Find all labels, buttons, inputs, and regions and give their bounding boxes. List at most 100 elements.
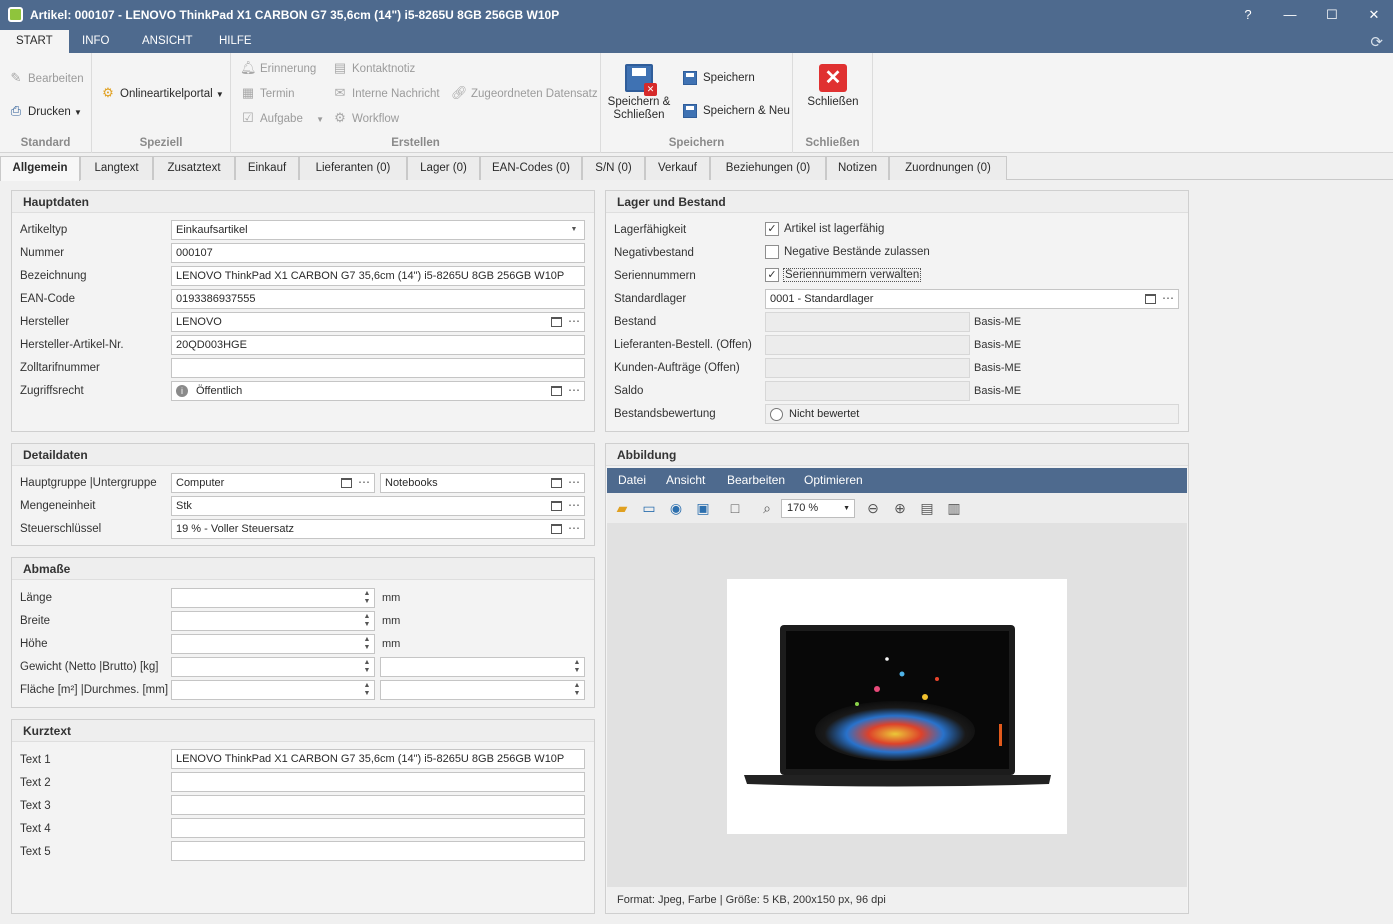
gross-weight-spinner[interactable]: ▲ ▼ <box>380 657 585 677</box>
more-icon[interactable]: ⋯ <box>566 497 582 515</box>
maximize-icon[interactable]: ☐ <box>1322 5 1342 25</box>
tab-beziehungen[interactable]: Beziehungen (0) <box>710 156 826 180</box>
refresh-icon[interactable]: ⟳ <box>1370 33 1383 51</box>
length-spinner[interactable]: ▲ ▼ <box>171 588 375 608</box>
ean-field[interactable]: 0193386937555 <box>171 289 585 309</box>
lookup-icon[interactable] <box>551 501 562 511</box>
spin-arrows-icon[interactable]: ▲ ▼ <box>570 681 584 699</box>
customs-tariff-field[interactable] <box>171 358 585 378</box>
fit-to-window-icon[interactable]: ▤ <box>918 499 936 517</box>
search-icon[interactable]: ⌕ <box>758 499 776 517</box>
more-icon[interactable]: ⋯ <box>566 474 582 492</box>
text-2-field[interactable] <box>171 772 585 792</box>
tab-einkauf[interactable]: Einkauf <box>235 156 299 180</box>
lookup-icon[interactable] <box>551 478 562 488</box>
description-field[interactable]: LENOVO ThinkPad X1 CARBON G7 35,6cm (14"… <box>171 266 585 286</box>
tax-key-field[interactable]: 19 % - Voller Steuersatz ⋯ <box>171 519 585 539</box>
save-close-button[interactable]: Speichern & Schließen <box>607 64 671 122</box>
stock-valuation-field[interactable]: Nicht bewertet <box>765 404 1179 424</box>
task-button[interactable]: ☑ Aufgabe ▼ <box>240 108 324 128</box>
minimize-icon[interactable]: — <box>1280 5 1300 25</box>
more-icon[interactable]: ⋯ <box>566 520 582 538</box>
more-icon[interactable]: ⋯ <box>356 474 372 492</box>
lookup-icon[interactable] <box>551 524 562 534</box>
tab-zuordnungen[interactable]: Zuordnungen (0) <box>889 156 1007 180</box>
text-3-field[interactable] <box>171 795 585 815</box>
number-field[interactable]: 000107 <box>171 243 585 263</box>
text-4-field[interactable] <box>171 818 585 838</box>
text-1-field[interactable]: LENOVO ThinkPad X1 CARBON G7 35,6cm (14"… <box>171 749 585 769</box>
reminder-button[interactable]: 🔔︎ Erinnerung <box>240 58 316 78</box>
tab-sn[interactable]: S/N (0) <box>582 156 645 180</box>
area-spinner[interactable]: ▲ ▼ <box>171 680 375 700</box>
default-warehouse-field[interactable]: 0001 - Standardlager ⋯ <box>765 289 1179 309</box>
actual-size-icon[interactable]: ▥ <box>945 499 963 517</box>
lookup-icon[interactable] <box>341 478 352 488</box>
camera-icon[interactable]: ◉ <box>667 499 685 517</box>
dropdown-arrow-icon[interactable]: ▼ <box>566 221 582 239</box>
spin-arrows-icon[interactable]: ▲ ▼ <box>360 635 374 653</box>
lookup-icon[interactable] <box>1145 294 1156 304</box>
zoom-out-icon[interactable]: ⊖ <box>864 499 882 517</box>
main-group-field[interactable]: Computer ⋯ <box>171 473 375 493</box>
manufacturer-article-no-field[interactable]: 20QD003HGE <box>171 335 585 355</box>
window-icon[interactable]: □ <box>726 499 744 517</box>
width-spinner[interactable]: ▲ ▼ <box>171 611 375 631</box>
edit-button[interactable]: ✎ Bearbeiten <box>8 68 84 88</box>
text-5-field[interactable] <box>171 841 585 861</box>
diameter-spinner[interactable]: ▲ ▼ <box>380 680 585 700</box>
unit-field[interactable]: Stk ⋯ <box>171 496 585 516</box>
serial-numbers-checkbox[interactable]: ✓ <box>765 268 779 282</box>
image-menu-datei[interactable]: Datei <box>618 468 646 493</box>
menu-ansicht[interactable]: ANSICHT <box>126 30 208 53</box>
tab-lager[interactable]: Lager (0) <box>407 156 480 180</box>
lookup-icon[interactable] <box>551 386 562 396</box>
portal-button[interactable]: ⚙ Onlineartikelportal ▼ <box>100 83 224 103</box>
spin-arrows-icon[interactable]: ▲ ▼ <box>570 658 584 676</box>
tab-ean-codes[interactable]: EAN-Codes (0) <box>480 156 582 180</box>
assigned-record-button[interactable]: 🔗︎ Zugeordneten Datensatz <box>451 83 598 103</box>
appointment-button[interactable]: ▦ Termin <box>240 83 295 103</box>
height-spinner[interactable]: ▲ ▼ <box>171 634 375 654</box>
close-window-icon[interactable]: ✕ <box>1364 5 1384 25</box>
help-icon[interactable]: ? <box>1238 5 1258 25</box>
zoom-select[interactable]: 170 % ▼ <box>781 499 855 518</box>
access-right-field[interactable]: i Öffentlich ⋯ <box>171 381 585 401</box>
article-type-select[interactable]: Einkaufsartikel ▼ <box>171 220 585 240</box>
monitor-icon[interactable]: ▣ <box>694 499 712 517</box>
spin-arrows-icon[interactable]: ▲ ▼ <box>360 658 374 676</box>
menu-start[interactable]: START <box>0 30 69 53</box>
spin-arrows-icon[interactable]: ▲ ▼ <box>360 681 374 699</box>
internal-message-button[interactable]: ✉ Interne Nachricht <box>332 83 440 103</box>
close-button[interactable]: ✕ Schließen <box>801 64 865 109</box>
negative-stock-checkbox[interactable] <box>765 245 779 259</box>
workflow-button[interactable]: ⚙ Workflow <box>332 108 399 128</box>
folder-open-icon[interactable]: ▰ <box>613 499 631 517</box>
tab-notizen[interactable]: Notizen <box>826 156 889 180</box>
sub-group-field[interactable]: Notebooks ⋯ <box>380 473 585 493</box>
lookup-icon[interactable] <box>551 317 562 327</box>
print-button[interactable]: ⎙ Drucken ▼ <box>8 101 82 121</box>
manufacturer-field[interactable]: LENOVO ⋯ <box>171 312 585 332</box>
save-new-button[interactable]: Speichern & Neu <box>683 101 790 121</box>
spin-arrows-icon[interactable]: ▲ ▼ <box>360 612 374 630</box>
menu-info[interactable]: INFO <box>66 30 125 53</box>
more-icon[interactable]: ⋯ <box>1160 290 1176 308</box>
more-icon[interactable]: ⋯ <box>566 382 582 400</box>
net-weight-spinner[interactable]: ▲ ▼ <box>171 657 375 677</box>
save-button[interactable]: Speichern <box>683 68 755 88</box>
image-menu-ansicht[interactable]: Ansicht <box>666 468 705 493</box>
image-menu-bearbeiten[interactable]: Bearbeiten <box>727 468 785 493</box>
tab-verkauf[interactable]: Verkauf <box>645 156 710 180</box>
spin-arrows-icon[interactable]: ▲ ▼ <box>360 589 374 607</box>
image-viewer[interactable] <box>607 523 1187 887</box>
menu-hilfe[interactable]: HILFE <box>203 30 268 53</box>
stockable-checkbox[interactable]: ✓ <box>765 222 779 236</box>
tab-lieferanten[interactable]: Lieferanten (0) <box>299 156 407 180</box>
more-icon[interactable]: ⋯ <box>566 313 582 331</box>
tab-zusatztext[interactable]: Zusatztext <box>153 156 235 180</box>
zoom-in-icon[interactable]: ⊕ <box>891 499 909 517</box>
contact-note-button[interactable]: ▤ Kontaktnotiz <box>332 58 415 78</box>
tab-langtext[interactable]: Langtext <box>80 156 153 180</box>
image-menu-optimieren[interactable]: Optimieren <box>804 468 863 493</box>
